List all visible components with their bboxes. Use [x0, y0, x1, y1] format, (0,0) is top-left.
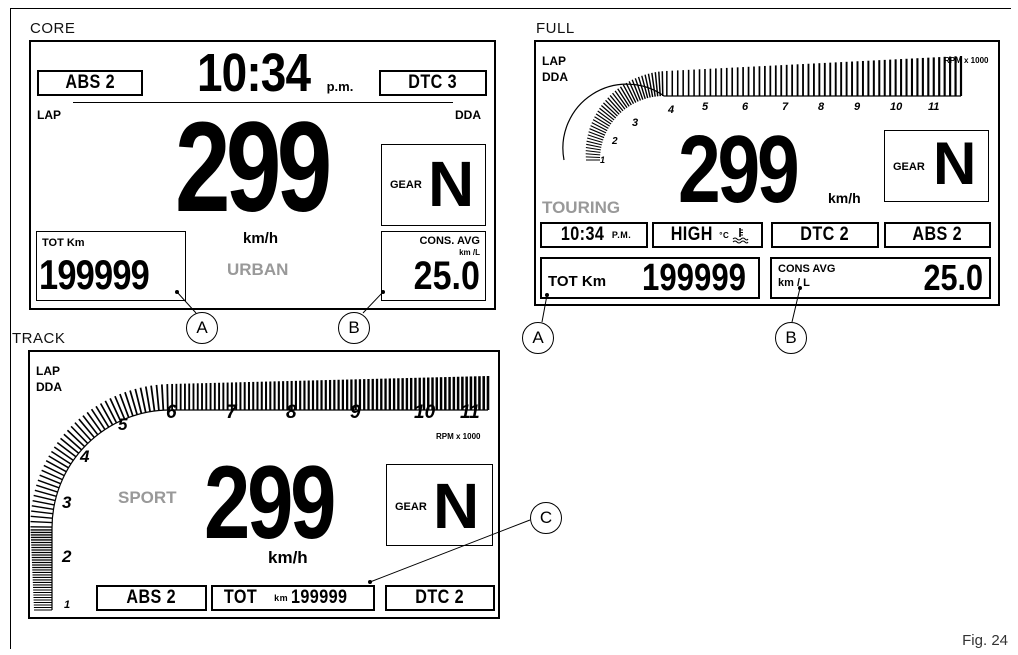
- track-leader-line: [368, 519, 531, 584]
- track-callout-c: C: [530, 502, 562, 534]
